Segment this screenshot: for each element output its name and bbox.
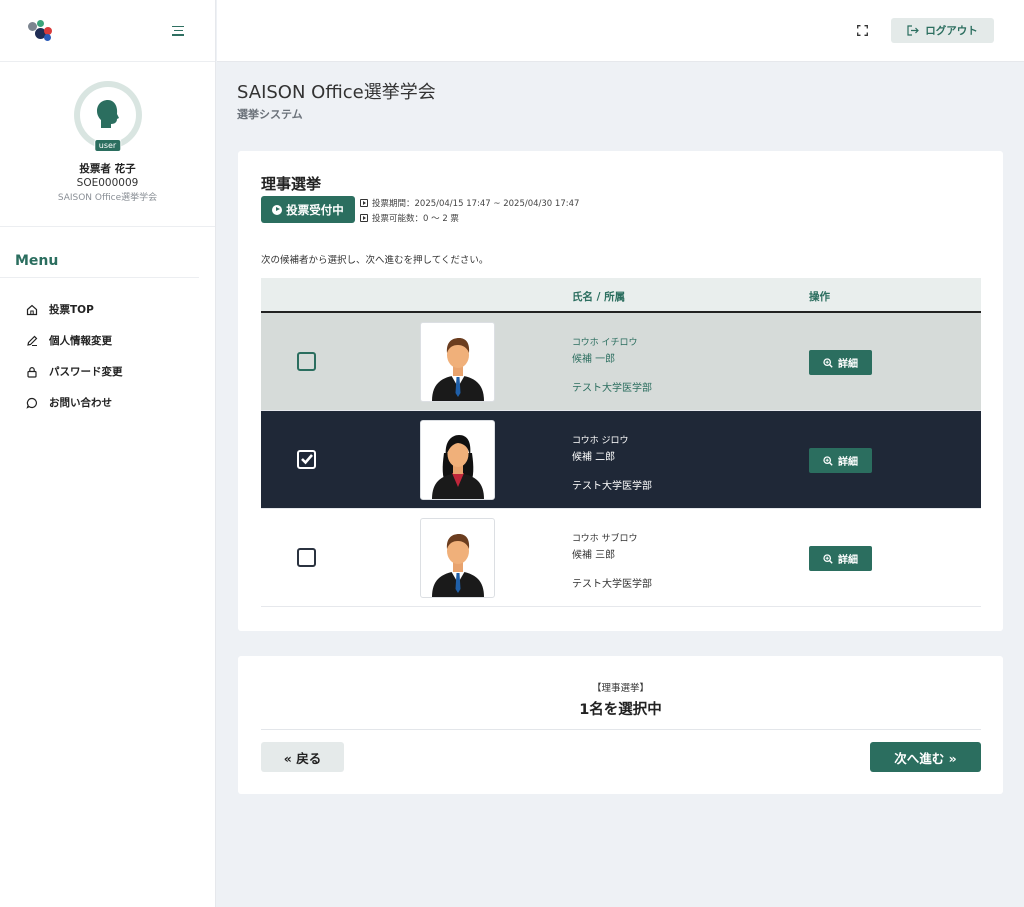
logout-icon <box>907 25 920 36</box>
menu-item-label: パスワード変更 <box>49 366 123 378</box>
fullscreen-icon[interactable] <box>857 25 868 36</box>
male-avatar-icon <box>431 338 484 401</box>
play-circle-icon <box>272 204 283 215</box>
zoom-in-icon <box>823 357 833 368</box>
detail-label: 詳細 <box>838 555 858 566</box>
user-head-icon <box>96 100 119 128</box>
candidate-kana: コウホ サブロウ <box>572 534 638 544</box>
chat-icon <box>26 397 37 409</box>
detail-label: 詳細 <box>838 457 858 468</box>
election-title: 理事選挙 <box>261 175 322 193</box>
check-icon <box>301 454 313 465</box>
instruction-text: 次の候補者から選択し、次へ進むを押してください。 <box>261 255 489 266</box>
status-badge: 投票受付中 <box>261 196 355 223</box>
candidate-photo <box>420 420 495 500</box>
profile-org: SAISON Office選挙学会 <box>57 193 158 203</box>
menu-title: Menu <box>0 227 199 278</box>
candidate-checkbox[interactable] <box>297 450 316 469</box>
logo[interactable] <box>28 19 54 42</box>
hamburger-menu-icon[interactable] <box>171 25 185 36</box>
user-profile: user 投票者 花子 SOE000009 SAISON Office選挙学会 <box>0 62 215 227</box>
summary-election-label: 【理事選挙】 <box>591 683 649 694</box>
detail-label: 詳細 <box>838 359 858 370</box>
detail-button[interactable]: 詳細 <box>809 448 872 473</box>
candidate-dept: テスト大学医学部 <box>572 383 652 394</box>
detail-button[interactable]: 詳細 <box>809 350 872 375</box>
square-play-icon <box>360 199 368 207</box>
col-header-action: 操作 <box>809 291 830 303</box>
page-subtitle: 選挙システム <box>237 108 303 121</box>
logout-label: ログアウト <box>925 25 978 37</box>
candidate-name: 候補 一郎 <box>572 354 616 365</box>
table-row[interactable]: コウホ イチロウ 候補 一郎 テスト大学医学部 詳細 <box>261 313 981 411</box>
candidate-kana: コウホ ジロウ <box>572 436 629 446</box>
menu-list: 投票TOP 個人情報変更 パスワード変更 お問い合わせ <box>0 278 215 418</box>
menu-item-contact[interactable]: お問い合わせ <box>0 387 215 418</box>
candidate-photo <box>420 322 495 402</box>
menu-item-profile-edit[interactable]: 個人情報変更 <box>0 325 215 356</box>
candidate-dept: テスト大学医学部 <box>572 481 652 492</box>
selection-count: 1名を選択中 <box>579 702 662 718</box>
candidate-table: 氏名 / 所属 操作 コウホ イチロウ 候補 一郎 テスト大学医学部 詳細 コウ… <box>261 278 981 607</box>
sidebar-header <box>0 0 215 62</box>
home-icon <box>26 304 38 315</box>
square-play-icon <box>360 214 368 222</box>
candidate-dept: テスト大学医学部 <box>572 579 652 590</box>
pencil-icon <box>27 335 38 346</box>
page-title: SAISON Office選挙学会 <box>237 82 436 103</box>
sidebar: user 投票者 花子 SOE000009 SAISON Office選挙学会 … <box>0 0 216 907</box>
menu-item-label: お問い合わせ <box>49 397 112 409</box>
avatar: user <box>73 81 142 152</box>
profile-name: 投票者 花子 <box>79 163 136 175</box>
logout-button[interactable]: ログアウト <box>891 18 994 43</box>
lock-icon <box>27 366 37 378</box>
top-header: ログアウト <box>217 0 1024 62</box>
candidate-name: 候補 三郎 <box>572 550 616 561</box>
col-header-name: 氏名 / 所属 <box>572 291 626 303</box>
votes-allowed-text: 投票可能数：0 〜 2 票 <box>372 214 459 224</box>
zoom-in-icon <box>823 553 833 564</box>
candidate-photo <box>420 518 495 598</box>
status-label: 投票受付中 <box>286 202 344 217</box>
menu-item-label: 個人情報変更 <box>49 335 112 347</box>
votes-allowed: 投票可能数：0 〜 2 票 <box>360 212 459 224</box>
candidate-checkbox[interactable] <box>297 548 316 567</box>
menu-item-vote-top[interactable]: 投票TOP <box>0 294 215 325</box>
male-avatar-icon <box>431 534 484 597</box>
selection-summary-card: 【理事選挙】 1名を選択中 « 戻る 次へ進む » <box>238 656 1003 794</box>
back-button[interactable]: « 戻る <box>261 742 344 772</box>
voting-period: 投票期間：2025/04/15 17:47 ~ 2025/04/30 17:47 <box>360 197 579 209</box>
profile-id: SOE000009 <box>76 177 139 189</box>
candidate-checkbox[interactable] <box>297 352 316 371</box>
table-header: 氏名 / 所属 操作 <box>261 278 981 313</box>
menu-item-password-change[interactable]: パスワード変更 <box>0 356 215 387</box>
zoom-in-icon <box>823 455 833 466</box>
election-card: 理事選挙 投票受付中 投票期間：2025/04/15 17:47 ~ 2025/… <box>238 151 1003 631</box>
divider <box>261 729 981 730</box>
next-button[interactable]: 次へ進む » <box>870 742 981 772</box>
table-row[interactable]: コウホ ジロウ 候補 二郎 テスト大学医学部 詳細 <box>261 411 981 509</box>
table-row[interactable]: コウホ サブロウ 候補 三郎 テスト大学医学部 詳細 <box>261 509 981 607</box>
user-role-badge: user <box>93 139 122 152</box>
female-avatar-icon <box>431 435 484 499</box>
candidate-name: 候補 二郎 <box>572 452 616 463</box>
detail-button[interactable]: 詳細 <box>809 546 872 571</box>
menu-item-label: 投票TOP <box>49 304 94 316</box>
voting-period-text: 投票期間：2025/04/15 17:47 ~ 2025/04/30 17:47 <box>372 199 580 209</box>
candidate-kana: コウホ イチロウ <box>572 338 638 348</box>
